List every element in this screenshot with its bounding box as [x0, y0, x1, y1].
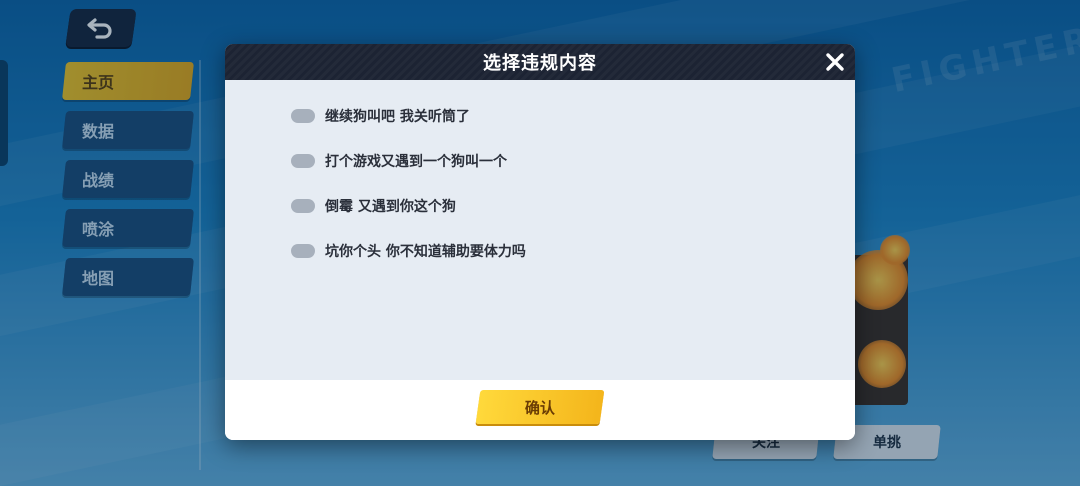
radio-toggle[interactable]	[291, 109, 315, 123]
violation-option[interactable]: 打个游戏又遇到一个狗叫一个	[291, 151, 526, 171]
close-icon	[826, 53, 844, 71]
violation-option[interactable]: 坑你个头 你不知道辅助要体力吗	[291, 241, 526, 261]
option-label: 坑你个头 你不知道辅助要体力吗	[325, 244, 526, 260]
violation-option[interactable]: 倒霉 又遇到你这个狗	[291, 196, 526, 216]
confirm-label: 确认	[524, 398, 555, 417]
radio-toggle[interactable]	[291, 244, 315, 258]
confirm-button[interactable]: 确认	[475, 390, 605, 424]
dialog-header: 选择违规内容	[225, 44, 855, 80]
report-dialog: 选择违规内容 继续狗叫吧 我关听筒了 打个游戏又遇到一个狗叫一个 倒霉 又遇到你…	[225, 44, 855, 440]
option-label: 打个游戏又遇到一个狗叫一个	[325, 154, 507, 170]
option-label: 继续狗叫吧 我关听筒了	[325, 109, 470, 125]
dialog-title: 选择违规内容	[483, 53, 597, 74]
violation-option[interactable]: 继续狗叫吧 我关听筒了	[291, 106, 526, 126]
dialog-footer: 确认	[225, 380, 855, 440]
option-label: 倒霉 又遇到你这个狗	[325, 199, 456, 215]
radio-toggle[interactable]	[291, 154, 315, 168]
radio-toggle[interactable]	[291, 199, 315, 213]
dialog-body: 继续狗叫吧 我关听筒了 打个游戏又遇到一个狗叫一个 倒霉 又遇到你这个狗 坑你个…	[225, 80, 855, 380]
close-button[interactable]	[823, 50, 847, 74]
violation-option-list: 继续狗叫吧 我关听筒了 打个游戏又遇到一个狗叫一个 倒霉 又遇到你这个狗 坑你个…	[291, 106, 526, 286]
game-screen: FIGHTER 主页 数据 战绩 喷涂 地图 关注 单挑 选择违规内容 继续狗叫…	[0, 0, 1080, 486]
